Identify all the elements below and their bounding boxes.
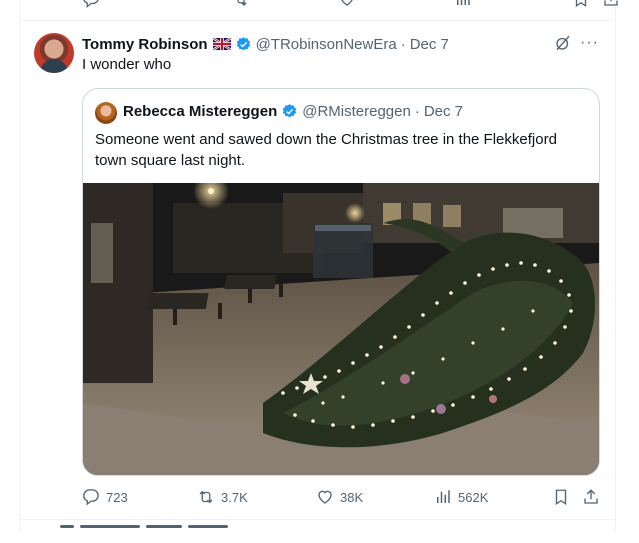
author-name[interactable]: Tommy Robinson bbox=[82, 36, 208, 53]
timeline-right-border bbox=[615, 0, 616, 533]
author-handle[interactable]: @TRobinsonNewEra bbox=[256, 36, 397, 53]
previous-tweet-action-bar bbox=[20, 0, 618, 20]
separator-dot: · bbox=[414, 103, 420, 120]
next-tweet-peek bbox=[60, 525, 280, 535]
reply-button[interactable]: 723 bbox=[82, 488, 128, 506]
tweet-header: Tommy Robinson @TRobinsonNewEra · Dec 7 bbox=[82, 35, 449, 53]
views-button[interactable]: 562K bbox=[434, 488, 488, 506]
reply-icon bbox=[83, 489, 99, 506]
uk-flag-icon bbox=[212, 38, 231, 50]
retweet-count: 3.7K bbox=[221, 489, 248, 505]
like-button[interactable]: 38K bbox=[316, 488, 363, 506]
tweet-date[interactable]: Dec 7 bbox=[410, 36, 449, 53]
grok-icon[interactable] bbox=[554, 34, 572, 52]
quoted-tweet-date: Dec 7 bbox=[423, 103, 464, 120]
bookmark-icon[interactable] bbox=[572, 0, 590, 8]
separator-dot: · bbox=[400, 35, 406, 53]
quoted-author-name: Rebecca Mistereggen bbox=[123, 103, 278, 120]
tweet-action-bar: 723 3.7K 38K 562K bbox=[82, 488, 602, 508]
bookmark-icon[interactable] bbox=[552, 488, 570, 506]
verified-badge-icon bbox=[283, 104, 297, 118]
view-count: 562K bbox=[458, 489, 489, 505]
quoted-author-handle: @RMistereggen bbox=[302, 103, 411, 120]
more-icon[interactable]: ··· bbox=[580, 34, 599, 52]
views-icon bbox=[437, 490, 450, 503]
timeline-left-border bbox=[19, 0, 20, 533]
share-icon[interactable] bbox=[602, 0, 620, 8]
heart-icon bbox=[318, 490, 332, 504]
share-icon[interactable] bbox=[582, 488, 600, 506]
quoted-tweet-text: Someone went and sawed down the Christma… bbox=[95, 131, 557, 169]
retweet-icon bbox=[199, 490, 213, 504]
author-avatar[interactable] bbox=[34, 33, 74, 73]
tweet-divider-bottom bbox=[20, 519, 615, 520]
retweet-button[interactable]: 3.7K bbox=[197, 488, 248, 506]
quoted-author-avatar bbox=[95, 102, 117, 124]
quoted-tweet-photo[interactable] bbox=[83, 183, 599, 475]
views-icon[interactable] bbox=[454, 0, 472, 8]
reply-count: 723 bbox=[106, 489, 128, 505]
heart-icon[interactable] bbox=[338, 0, 356, 8]
quoted-tweet-header: Rebecca Mistereggen @RMistereggen · Dec … bbox=[123, 103, 463, 120]
tweet-text: I wonder who bbox=[82, 56, 172, 73]
tweet-divider-top bbox=[20, 20, 615, 21]
retweet-icon[interactable] bbox=[232, 0, 250, 8]
quoted-tweet-card[interactable]: Rebecca Mistereggen @RMistereggen · Dec … bbox=[82, 88, 600, 476]
verified-badge-icon bbox=[236, 36, 250, 50]
like-count: 38K bbox=[340, 489, 364, 505]
reply-icon[interactable] bbox=[82, 0, 100, 8]
